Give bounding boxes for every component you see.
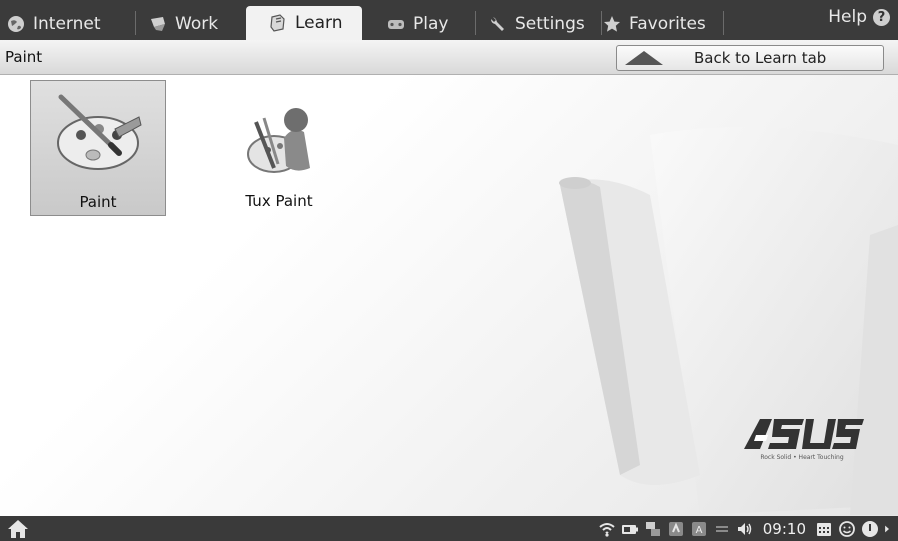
tab-learn[interactable]: Learn — [246, 6, 362, 40]
tab-work[interactable]: Work — [148, 7, 232, 40]
battery-icon[interactable] — [621, 520, 639, 538]
svg-text:A: A — [695, 525, 702, 536]
tab-internet-label: Internet — [33, 13, 101, 34]
app-tux-paint[interactable]: Tux Paint — [212, 80, 346, 214]
help-button[interactable]: Help ? — [828, 7, 890, 27]
tab-favorites[interactable]: Favorites — [602, 7, 724, 40]
tab-settings[interactable]: Settings — [488, 7, 602, 40]
star-icon — [604, 15, 620, 32]
tab-favorites-label: Favorites — [629, 13, 706, 34]
page-title: Paint — [5, 48, 43, 66]
back-button-label: Back to Learn tab — [694, 49, 827, 67]
top-tab-bar: Internet Work Learn Play Settings Favori… — [0, 0, 898, 40]
globe-icon — [8, 15, 24, 32]
asus-wordmark — [744, 419, 864, 449]
tab-play-label: Play — [413, 13, 449, 34]
home-icon[interactable] — [7, 519, 29, 539]
app-icon[interactable] — [667, 520, 685, 538]
work-icon — [151, 16, 165, 31]
play-icon — [388, 19, 404, 29]
sub-header: Paint Back to Learn tab — [0, 40, 898, 75]
signal-icon[interactable] — [713, 520, 731, 538]
tab-learn-label: Learn — [295, 13, 343, 33]
arrow-right-icon[interactable] — [884, 520, 894, 538]
tux-paint-icon — [247, 108, 310, 173]
power-icon[interactable] — [861, 520, 879, 538]
calendar-icon[interactable] — [815, 520, 833, 538]
help-icon: ? — [873, 8, 890, 26]
tab-internet[interactable]: Internet — [6, 7, 136, 40]
learn-icon — [270, 14, 285, 32]
palette-brush-icon — [57, 94, 142, 170]
wifi-icon[interactable] — [598, 520, 616, 538]
app-grid: Paint Tux Paint Rock Solid • Heart Touch… — [0, 75, 898, 516]
clock[interactable]: 09:10 — [763, 520, 806, 538]
help-label: Help — [828, 7, 867, 27]
tab-work-label: Work — [175, 13, 219, 34]
asus-tagline: Rock Solid • Heart Touching — [760, 454, 844, 461]
system-tray: A 09:10 — [598, 518, 894, 539]
app-tux-paint-label: Tux Paint — [245, 192, 313, 210]
volume-icon[interactable] — [736, 520, 754, 538]
back-to-learn-button[interactable]: Back to Learn tab — [616, 45, 884, 71]
tab-play[interactable]: Play — [386, 7, 476, 40]
app-paint[interactable]: Paint — [30, 80, 166, 216]
up-arrow-icon — [625, 51, 663, 65]
tab-settings-label: Settings — [515, 13, 585, 34]
network-icon[interactable] — [644, 520, 662, 538]
wrench-icon — [491, 16, 504, 31]
app-paint-label: Paint — [79, 193, 117, 211]
taskbar: A 09:10 — [0, 516, 898, 541]
asus-logo: Rock Solid • Heart Touching — [738, 415, 868, 475]
smiley-icon[interactable] — [838, 520, 856, 538]
keyboard-icon[interactable]: A — [690, 520, 708, 538]
